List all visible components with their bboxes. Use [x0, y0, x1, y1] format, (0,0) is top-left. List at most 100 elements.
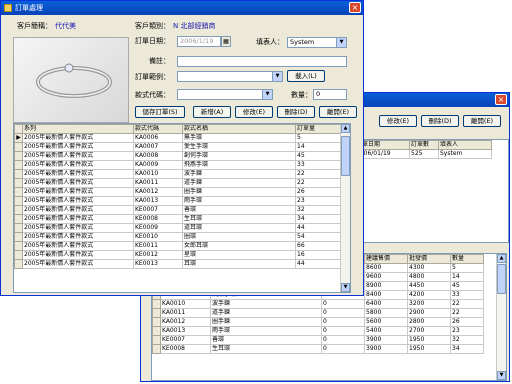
- row-header: [14, 151, 23, 161]
- note-field[interactable]: [177, 56, 347, 67]
- cell-code: KE0007: [133, 205, 183, 215]
- back-code: KE0007: [160, 335, 211, 345]
- row-header: [152, 317, 161, 327]
- table-row[interactable]: 2005年最新情人套件款式 KA0013 雨手環 23: [14, 196, 345, 206]
- ring-image-icon: [36, 63, 112, 98]
- table-row[interactable]: 2005年最新情人套件款式 KA0008 創何手環 45: [14, 151, 345, 161]
- cell-series: 2005年最新情人套件款式: [22, 178, 134, 188]
- back-qty: 5: [450, 263, 484, 273]
- scroll-down-icon[interactable]: ▼: [341, 283, 350, 292]
- add-button[interactable]: 新增(A): [193, 106, 231, 118]
- scroll-up-icon[interactable]: ▲: [497, 254, 506, 263]
- cell-series: 2005年最新情人套件款式: [22, 187, 134, 197]
- range-select[interactable]: ▼: [177, 71, 283, 82]
- table-row[interactable]: 2005年最新情人套件款式 KA0010 波手鍊 22: [14, 169, 345, 179]
- cell-qty: 66: [295, 241, 345, 251]
- back-leave-button[interactable]: 離開(E): [463, 115, 501, 127]
- cell-name: 愛生手環: [182, 142, 296, 152]
- qty-label: 數量：: [291, 91, 312, 99]
- save-order-button[interactable]: 儲存訂單(S): [135, 106, 185, 118]
- back-close-button[interactable]: ×: [495, 94, 507, 105]
- back-code: KA0012: [160, 317, 211, 327]
- style-select[interactable]: ▼: [177, 89, 273, 100]
- back-wholesale: 1950: [407, 344, 451, 354]
- back-code: KA0011: [160, 308, 211, 318]
- back-wholesale: 2700: [407, 326, 451, 336]
- table-row[interactable]: KA0013 雨手環 0 5400 2700 23: [152, 326, 484, 336]
- back-name: 雨手環: [210, 326, 322, 336]
- table-row[interactable]: KA0011 道手鍊 0 5800 2900 22: [152, 308, 484, 318]
- range-label: 訂單範例：: [135, 73, 170, 81]
- table-row[interactable]: KE0007 善環 0 3900 1950 32: [152, 335, 484, 345]
- table-row[interactable]: 2005年最新情人套件款式 KA0007 愛生手環 14: [14, 142, 345, 152]
- table-row[interactable]: KE0008 生耳環 0 3900 1950 34: [152, 344, 484, 354]
- leave-button[interactable]: 離開(E): [319, 106, 357, 118]
- table-row[interactable]: KA0010 波手鍊 0 6400 3200 22: [152, 299, 484, 309]
- customer-label: 客戶簡稱：: [17, 22, 52, 30]
- table-row[interactable]: 2005年最新情人套件款式 KA0009 飛燕手環 33: [14, 160, 345, 170]
- edit-button[interactable]: 修改(E): [235, 106, 273, 118]
- table-row[interactable]: 2005年最新情人套件款式 KE0009 道耳環 44: [14, 223, 345, 233]
- cell-qty: 26: [295, 187, 345, 197]
- back-code: KE0008: [160, 344, 211, 354]
- customer-value: 代代美: [55, 22, 76, 30]
- cell-name: 女郎耳環: [182, 241, 296, 251]
- back-qty: 34: [450, 344, 484, 354]
- current-row-icon: ▶: [14, 133, 23, 143]
- table-row[interactable]: 2005年最新情人套件款式 KA0011 道手鍊 22: [14, 178, 345, 188]
- back-code: KA0013: [160, 326, 211, 336]
- table-row[interactable]: KA0012 圈手鍊 0 5600 2800 26: [152, 317, 484, 327]
- back-price: 8400: [364, 290, 408, 300]
- table-row[interactable]: 2005年最新情人套件款式 KE0008 生耳環 34: [14, 214, 345, 224]
- table-row[interactable]: 2005年最新情人套件款式 KE0012 星環 16: [14, 250, 345, 260]
- scroll-thumb[interactable]: [341, 136, 350, 176]
- table-row[interactable]: ▶ 2005年最新情人套件款式 KA0006 無手環 5: [14, 133, 345, 143]
- delete-button[interactable]: 刪除(D): [277, 106, 315, 118]
- header-style-code: 款式代碼: [133, 124, 183, 134]
- cell-series: 2005年最新情人套件款式: [22, 232, 134, 242]
- back-wholesale: 2900: [407, 308, 451, 318]
- back-modify-button[interactable]: 修改(E): [379, 115, 417, 127]
- grid-scrollbar[interactable]: ▲ ▼: [340, 124, 350, 292]
- cell-series: 2005年最新情人套件款式: [22, 133, 134, 143]
- qty-field[interactable]: 0: [313, 89, 347, 100]
- close-button[interactable]: ×: [349, 2, 361, 13]
- back-order-grid[interactable]: 訂單日期 訂單數 填表人 2006/01/19 525 System: [353, 139, 509, 243]
- filler-select[interactable]: System ▼: [287, 37, 347, 48]
- table-row[interactable]: 2005年最新情人套件款式 KE0007 善環 32: [14, 205, 345, 215]
- category-label: 客戶類別：: [135, 22, 170, 30]
- cell-qty: 45: [295, 151, 345, 161]
- back-name: 圈手鍊: [210, 317, 322, 327]
- scroll-up-icon[interactable]: ▲: [341, 124, 350, 133]
- back-delete-button[interactable]: 刪除(D): [421, 115, 459, 127]
- load-button[interactable]: 載入(L): [287, 70, 325, 82]
- cell-code: KE0012: [133, 250, 183, 260]
- chevron-down-icon[interactable]: ▼: [336, 38, 346, 47]
- table-row[interactable]: 2006/01/19 525 System: [354, 149, 492, 159]
- scroll-thumb[interactable]: [497, 264, 506, 294]
- back-qty: 22: [450, 299, 484, 309]
- back-qty: 14: [450, 272, 484, 282]
- back-wholesale: 4300: [407, 263, 451, 273]
- order-date-field[interactable]: 2006/1/19: [177, 36, 221, 47]
- order-detail-grid[interactable]: 系列 款式代碼 款式名稱 訂單量 ▶ 2005年最新情人套件款式 KA0006 無手環…: [13, 123, 351, 293]
- table-row[interactable]: 2005年最新情人套件款式 KA0012 圈手鍊 26: [14, 187, 345, 197]
- cell-qty: 44: [295, 259, 345, 269]
- scroll-down-icon[interactable]: ▼: [497, 371, 506, 380]
- chevron-down-icon[interactable]: ▼: [262, 90, 272, 99]
- chevron-down-icon[interactable]: ▼: [272, 72, 282, 81]
- cell-series: 2005年最新情人套件款式: [22, 259, 134, 269]
- row-header: [14, 205, 23, 215]
- back-detail-scrollbar[interactable]: ▲ ▼: [496, 254, 506, 380]
- table-row[interactable]: 2005年最新情人套件款式 KE0013 耳環 44: [14, 259, 345, 269]
- table-row[interactable]: 2005年最新情人套件款式 KE0010 圈環 54: [14, 232, 345, 242]
- cell-qty: 23: [295, 196, 345, 206]
- back-order-count: 525: [409, 149, 439, 159]
- back-order-filler: System: [438, 149, 492, 159]
- cell-code: KA0008: [133, 151, 183, 161]
- cell-name: 星環: [182, 250, 296, 260]
- cell-name: 生耳環: [182, 214, 296, 224]
- back-wholesale: 4200: [407, 290, 451, 300]
- table-row[interactable]: 2005年最新情人套件款式 KE0011 女郎耳環 66: [14, 241, 345, 251]
- calendar-icon[interactable]: ▦: [221, 36, 231, 47]
